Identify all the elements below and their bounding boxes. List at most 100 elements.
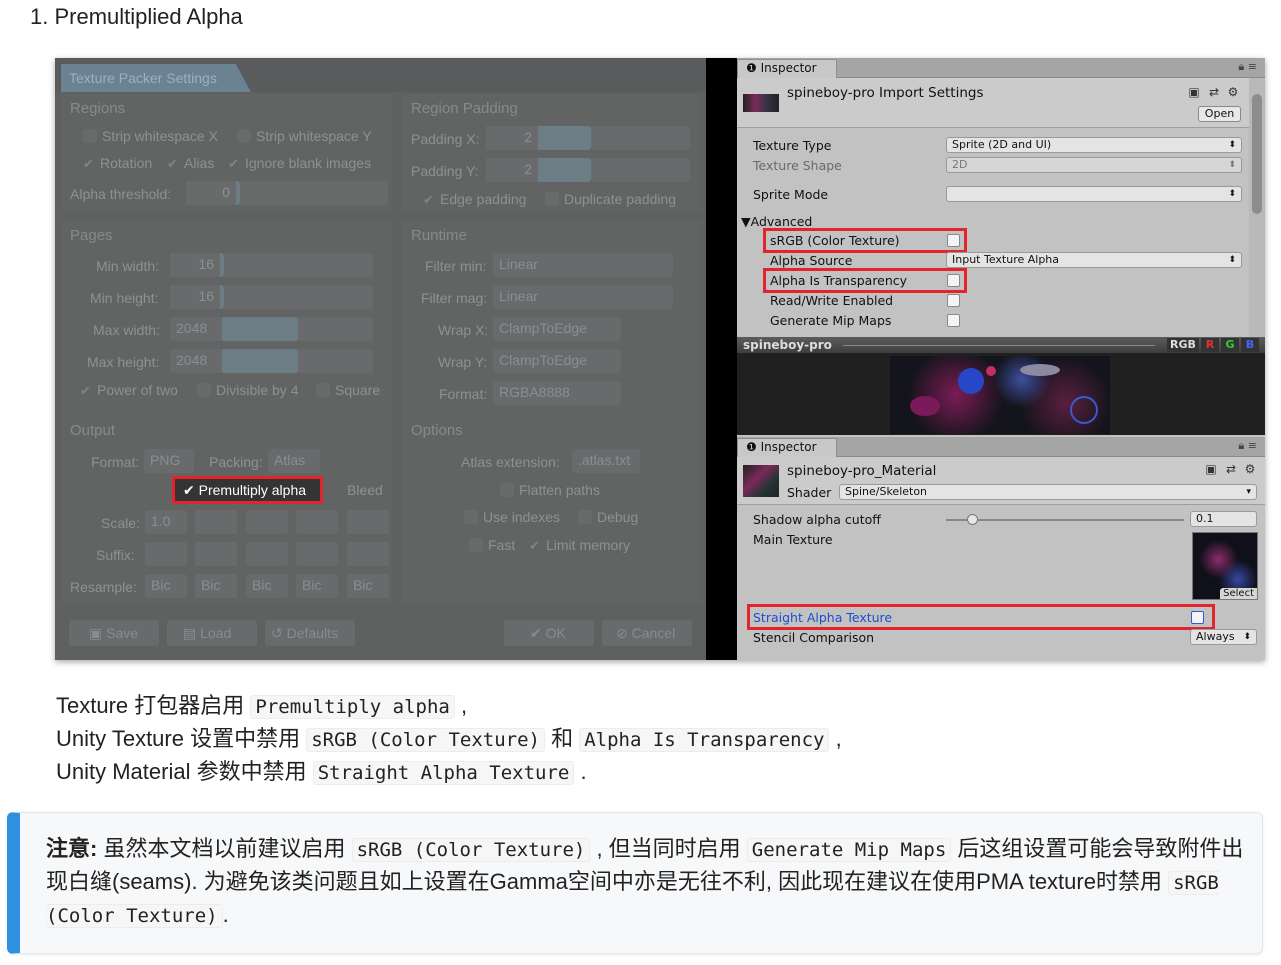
select-button[interactable]: Select bbox=[1220, 588, 1257, 599]
inspector2-tab[interactable]: ❶ Inspector bbox=[737, 438, 837, 457]
inline-code: sRGB (Color Texture) bbox=[306, 728, 545, 752]
channel-rgb[interactable]: RGB bbox=[1167, 338, 1199, 352]
premultiply-alpha-checkbox[interactable]: ✔ Premultiply alpha bbox=[172, 476, 323, 504]
scale-input-2[interactable] bbox=[195, 510, 237, 534]
save-button[interactable]: ▣ Save bbox=[69, 620, 159, 646]
cancel-button[interactable]: ⊘ Cancel bbox=[602, 620, 692, 646]
dropdown-arrow-icon: ⬍ bbox=[1228, 189, 1236, 199]
max-width-input[interactable]: 2048 bbox=[170, 317, 222, 341]
scrollbar-thumb[interactable] bbox=[1252, 94, 1262, 214]
padding-x-input[interactable]: 2 bbox=[486, 126, 538, 150]
resample-select-3[interactable]: Bic bbox=[246, 574, 288, 598]
alpha-transparency-label: Alpha Is Transparency bbox=[770, 273, 908, 288]
alpha-threshold-label: Alpha threshold: bbox=[70, 186, 172, 202]
wrap-x-select[interactable]: ClampToEdge bbox=[493, 317, 621, 341]
texture-type-dropdown[interactable]: Sprite (2D and UI) ⬍ bbox=[946, 137, 1242, 153]
alpha-threshold-input[interactable]: 0 bbox=[186, 181, 236, 205]
debug-checkbox[interactable]: Debug bbox=[578, 509, 638, 525]
advanced-foldout[interactable]: ▼Advanced bbox=[741, 214, 812, 229]
fast-checkbox[interactable]: Fast bbox=[469, 537, 515, 553]
inspector-tab[interactable]: ❶ Inspector bbox=[737, 59, 837, 78]
main-texture-slot[interactable]: Select bbox=[1192, 532, 1258, 600]
preset-icon[interactable]: ⇄ bbox=[1207, 85, 1221, 99]
scale-input-5[interactable] bbox=[347, 510, 389, 534]
open-button[interactable]: Open bbox=[1198, 106, 1241, 122]
check-icon: ✔ bbox=[530, 625, 546, 641]
lock-icon[interactable]: 🔒︎ ≡ bbox=[1238, 439, 1257, 453]
resample-select-2[interactable]: Bic bbox=[195, 574, 237, 598]
min-width-input[interactable]: 16 bbox=[170, 253, 220, 277]
shadow-cutoff-handle[interactable] bbox=[967, 514, 978, 525]
filter-min-select[interactable]: Linear bbox=[493, 253, 673, 277]
gear-icon[interactable]: ⚙ bbox=[1226, 85, 1240, 99]
gen-mips-checkbox[interactable] bbox=[947, 314, 960, 327]
channel-b[interactable]: B bbox=[1241, 338, 1259, 352]
ok-button[interactable]: ✔ OK bbox=[504, 620, 594, 646]
bleed-checkbox[interactable]: Bleed bbox=[347, 482, 383, 498]
help-icon[interactable]: ▣ bbox=[1204, 462, 1218, 476]
min-height-input[interactable]: 16 bbox=[170, 285, 220, 309]
suffix-input-1[interactable] bbox=[145, 542, 187, 566]
preview-divider bbox=[843, 345, 1155, 346]
shader-dropdown[interactable]: Spine/Skeleton ▾ bbox=[839, 484, 1257, 500]
instruction-line-1: Texture 打包器启用 Premultiply alpha , bbox=[56, 693, 468, 719]
flatten-paths-checkbox[interactable]: Flatten paths bbox=[500, 482, 600, 498]
defaults-button[interactable]: ↺ Defaults bbox=[265, 620, 355, 646]
rotation-checkbox[interactable]: ✔ Rotation bbox=[83, 155, 152, 172]
max-height-slider[interactable] bbox=[222, 349, 298, 373]
scale-input-3[interactable] bbox=[246, 510, 288, 534]
triangle-down-icon: ▼ bbox=[741, 214, 751, 229]
stencil-dropdown[interactable]: Always ⬍ bbox=[1190, 629, 1257, 645]
suffix-input-5[interactable] bbox=[347, 542, 389, 566]
shadow-cutoff-slider[interactable] bbox=[946, 519, 1184, 521]
shadow-cutoff-input[interactable]: 0.1 bbox=[1190, 511, 1257, 527]
resample-select-5[interactable]: Bic bbox=[347, 574, 389, 598]
ignore-blank-checkbox[interactable]: ✔ Ignore blank images bbox=[228, 155, 371, 172]
srgb-checkbox[interactable] bbox=[947, 234, 960, 247]
resample-select-4[interactable]: Bic bbox=[296, 574, 338, 598]
atlas-extension-input[interactable]: .atlas.txt bbox=[572, 449, 640, 473]
alpha-source-dropdown[interactable]: Input Texture Alpha ⬍ bbox=[946, 252, 1242, 268]
straight-alpha-checkbox[interactable] bbox=[1191, 611, 1204, 624]
use-indexes-checkbox[interactable]: Use indexes bbox=[464, 509, 560, 525]
gear-icon[interactable]: ⚙ bbox=[1243, 462, 1257, 476]
preset-icon[interactable]: ⇄ bbox=[1224, 462, 1238, 476]
max-height-label: Max height: bbox=[87, 354, 160, 370]
strip-whitespace-y-checkbox[interactable]: Strip whitespace Y bbox=[237, 128, 372, 144]
edge-padding-checkbox[interactable]: ✔ Edge padding bbox=[423, 191, 526, 208]
resample-select-1[interactable]: Bic bbox=[145, 574, 187, 598]
padding-x-slider[interactable] bbox=[538, 126, 591, 150]
format-select[interactable]: RGBA8888 bbox=[493, 381, 621, 405]
filter-mag-select[interactable]: Linear bbox=[493, 285, 673, 309]
texture-shape-dropdown[interactable]: 2D ⬍ bbox=[946, 157, 1242, 173]
section-heading: 1. Premultiplied Alpha bbox=[30, 4, 243, 29]
sprite-mode-dropdown[interactable]: ⬍ bbox=[946, 186, 1242, 202]
strip-whitespace-x-checkbox[interactable]: Strip whitespace X bbox=[83, 128, 218, 144]
padding-y-input[interactable]: 2 bbox=[486, 158, 538, 182]
divisible-by-4-checkbox[interactable]: Divisible by 4 bbox=[197, 382, 298, 398]
read-write-checkbox[interactable] bbox=[947, 294, 960, 307]
max-height-input[interactable]: 2048 bbox=[170, 349, 222, 373]
lock-icon[interactable]: 🔒︎ ≡ bbox=[1238, 60, 1257, 74]
inspector-scrollbar[interactable] bbox=[1249, 78, 1265, 337]
packing-select[interactable]: Atlas bbox=[268, 449, 320, 473]
output-format-select[interactable]: PNG bbox=[144, 449, 194, 473]
limit-memory-checkbox[interactable]: ✔ Limit memory bbox=[529, 537, 630, 554]
channel-r[interactable]: R bbox=[1201, 338, 1219, 352]
power-of-two-checkbox[interactable]: ✔ Power of two bbox=[80, 382, 178, 399]
suffix-input-2[interactable] bbox=[195, 542, 237, 566]
wrap-y-select[interactable]: ClampToEdge bbox=[493, 349, 621, 373]
max-width-slider[interactable] bbox=[222, 317, 298, 341]
suffix-input-3[interactable] bbox=[246, 542, 288, 566]
load-button[interactable]: ▤ Load bbox=[167, 620, 257, 646]
suffix-input-4[interactable] bbox=[296, 542, 338, 566]
padding-y-slider[interactable] bbox=[538, 158, 591, 182]
alias-checkbox[interactable]: ✔ Alias bbox=[167, 155, 214, 172]
square-checkbox[interactable]: Square bbox=[316, 382, 380, 398]
channel-g[interactable]: G bbox=[1221, 338, 1239, 352]
alpha-transparency-checkbox[interactable] bbox=[947, 274, 960, 287]
duplicate-padding-checkbox[interactable]: Duplicate padding bbox=[545, 191, 676, 207]
scale-input-1[interactable]: 1.0 bbox=[145, 510, 187, 534]
scale-input-4[interactable] bbox=[296, 510, 338, 534]
help-icon[interactable]: ▣ bbox=[1187, 85, 1201, 99]
